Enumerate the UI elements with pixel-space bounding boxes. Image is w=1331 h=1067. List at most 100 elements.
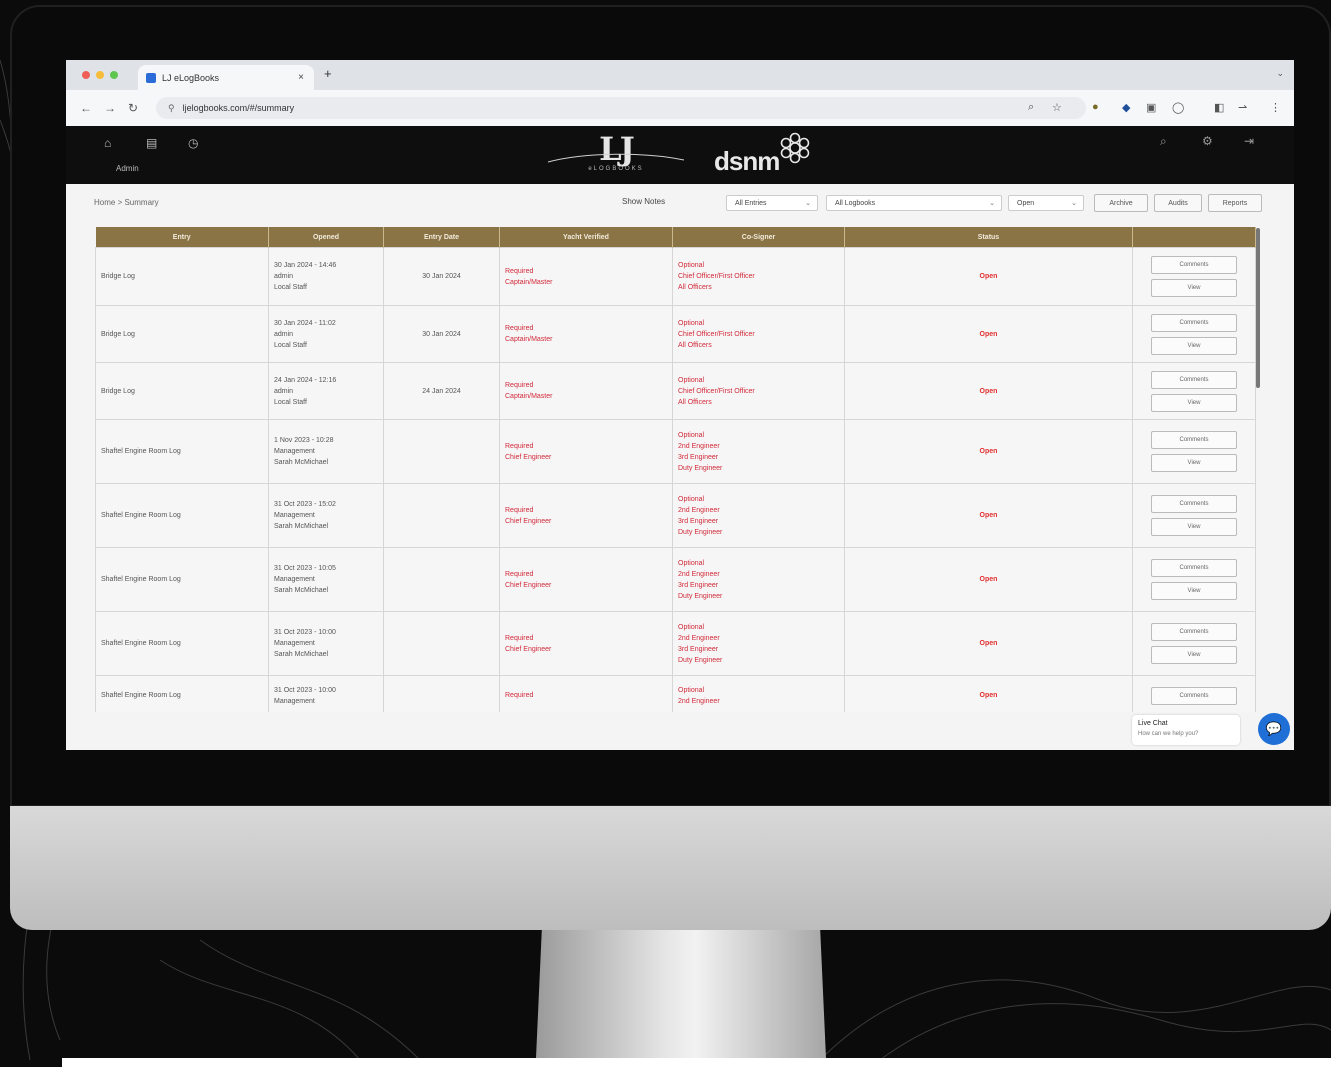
col-header-status[interactable]: Status: [844, 227, 1133, 248]
comments-button[interactable]: Comments: [1151, 623, 1237, 641]
bookmark-star-icon[interactable]: ☆: [1052, 101, 1062, 114]
extension-box-icon[interactable]: ▣: [1146, 101, 1156, 114]
tab-search-chevron-icon[interactable]: ⌄: [1276, 68, 1284, 79]
verified-link[interactable]: Required: [505, 569, 667, 580]
cosigner-link[interactable]: Duty Engineer: [678, 527, 839, 538]
verified-link[interactable]: Required: [505, 690, 667, 701]
cosigner-link[interactable]: 3rd Engineer: [678, 644, 839, 655]
comments-button[interactable]: Comments: [1151, 431, 1237, 449]
cosigner-link[interactable]: Optional: [678, 430, 839, 441]
cosigner-link[interactable]: Optional: [678, 260, 839, 271]
breadcrumb[interactable]: Home > Summary: [94, 198, 159, 207]
minimize-window-button[interactable]: [96, 71, 104, 79]
view-button[interactable]: View: [1151, 646, 1237, 664]
chat-extension-icon[interactable]: ◯: [1172, 101, 1184, 114]
cosigner-link[interactable]: All Officers: [678, 340, 839, 351]
audits-button[interactable]: Audits: [1154, 194, 1202, 212]
more-menu-icon[interactable]: ⋮: [1270, 101, 1281, 114]
close-tab-icon[interactable]: ×: [298, 72, 304, 83]
comments-button[interactable]: Comments: [1151, 313, 1237, 332]
cosigner-link[interactable]: Optional: [678, 558, 839, 569]
comments-button[interactable]: Comments: [1151, 686, 1237, 705]
live-chat-button[interactable]: 💬: [1258, 713, 1290, 745]
show-notes-label[interactable]: Show Notes: [622, 197, 665, 206]
verified-link[interactable]: Required: [505, 380, 667, 391]
verified-link[interactable]: Required: [505, 633, 667, 644]
col-header-opened[interactable]: Opened: [268, 227, 384, 248]
reports-button[interactable]: Reports: [1208, 194, 1262, 212]
new-tab-icon[interactable]: +: [324, 66, 332, 81]
live-chat-bubble[interactable]: Live Chat How can we help you?: [1132, 715, 1240, 745]
cosigner-link[interactable]: 2nd Engineer: [678, 569, 839, 580]
extension-puzzle-icon[interactable]: ◆: [1122, 101, 1130, 114]
cosigner-link[interactable]: 2nd Engineer: [678, 633, 839, 644]
verified-link[interactable]: Required: [505, 505, 667, 516]
view-button[interactable]: View: [1151, 336, 1237, 355]
view-button[interactable]: View: [1151, 279, 1237, 297]
maximize-window-button[interactable]: [110, 71, 118, 79]
cosigner-link[interactable]: Optional: [678, 494, 839, 505]
home-icon[interactable]: ⌂: [104, 136, 111, 150]
cosigner-link[interactable]: Chief Officer/First Officer: [678, 329, 839, 340]
col-header-entry[interactable]: Entry: [95, 227, 269, 248]
close-window-button[interactable]: [82, 71, 90, 79]
verified-link[interactable]: Captain/Master: [505, 391, 667, 402]
view-button[interactable]: View: [1151, 393, 1237, 412]
comments-button[interactable]: Comments: [1151, 559, 1237, 577]
logout-icon[interactable]: ⇥: [1244, 134, 1254, 148]
table-scrollbar[interactable]: [1256, 228, 1260, 388]
entries-filter-select[interactable]: All Entries ⌄: [726, 195, 818, 211]
comments-button[interactable]: Comments: [1151, 370, 1237, 389]
col-header-entry-date[interactable]: Entry Date: [383, 227, 500, 248]
browser-tab[interactable]: LJ eLogBooks ×: [138, 65, 314, 90]
logbooks-filter-select[interactable]: All Logbooks ⌄: [826, 195, 1002, 211]
view-button[interactable]: View: [1151, 518, 1237, 536]
verified-link[interactable]: Chief Engineer: [505, 452, 667, 463]
archive-button[interactable]: Archive: [1094, 194, 1148, 212]
cosigner-link[interactable]: All Officers: [678, 282, 839, 293]
search-icon[interactable]: ⌕: [1160, 134, 1167, 149]
col-header-yacht-verified[interactable]: Yacht Verified: [499, 227, 673, 248]
cosigner-link[interactable]: 2nd Engineer: [678, 696, 839, 707]
cosigner-link[interactable]: Chief Officer/First Officer: [678, 386, 839, 397]
verified-link[interactable]: Required: [505, 323, 667, 334]
zoom-icon[interactable]: ⌕: [1028, 101, 1034, 114]
view-button[interactable]: View: [1151, 582, 1237, 600]
verified-link[interactable]: Required: [505, 266, 667, 277]
view-button[interactable]: View: [1151, 454, 1237, 472]
url-field[interactable]: ⚲ ljelogbooks.com/#/summary: [156, 97, 1086, 119]
cosigner-link[interactable]: 2nd Engineer: [678, 505, 839, 516]
back-arrow-icon[interactable]: ←: [80, 101, 92, 115]
verified-link[interactable]: Chief Engineer: [505, 644, 667, 655]
cosigner-link[interactable]: Chief Officer/First Officer: [678, 271, 839, 282]
profile-icon[interactable]: ⇀: [1238, 101, 1247, 114]
cosigner-link[interactable]: Optional: [678, 375, 839, 386]
cosigner-link[interactable]: Optional: [678, 685, 839, 696]
sidebar-toggle-icon[interactable]: ◧: [1214, 101, 1224, 114]
reload-icon[interactable]: ↻: [128, 101, 138, 115]
cosigner-link[interactable]: 2nd Engineer: [678, 441, 839, 452]
clock-icon[interactable]: ◷: [188, 136, 198, 150]
cosigner-link[interactable]: Duty Engineer: [678, 655, 839, 666]
cosigner-link[interactable]: 3rd Engineer: [678, 516, 839, 527]
logbook-icon[interactable]: ▤: [146, 136, 157, 150]
cosigner-link[interactable]: Optional: [678, 622, 839, 633]
cosigner-link[interactable]: Duty Engineer: [678, 463, 839, 474]
verified-link[interactable]: Chief Engineer: [505, 580, 667, 591]
cosigner-link[interactable]: All Officers: [678, 397, 839, 408]
cosigner-link[interactable]: 3rd Engineer: [678, 580, 839, 591]
col-header-co-signer[interactable]: Co-Signer: [672, 227, 845, 248]
comments-button[interactable]: Comments: [1151, 256, 1237, 274]
verified-link[interactable]: Captain/Master: [505, 277, 667, 288]
cosigner-link[interactable]: Optional: [678, 318, 839, 329]
cosigner-link[interactable]: Duty Engineer: [678, 591, 839, 602]
settings-gear-icon[interactable]: ⚙: [1202, 134, 1213, 148]
cosigner-link[interactable]: 3rd Engineer: [678, 452, 839, 463]
verified-link[interactable]: Chief Engineer: [505, 516, 667, 527]
verified-link[interactable]: Captain/Master: [505, 334, 667, 345]
status-filter-select[interactable]: Open ⌄: [1008, 195, 1084, 211]
forward-arrow-icon[interactable]: →: [104, 101, 116, 115]
extension-icon[interactable]: ●: [1092, 101, 1099, 113]
site-info-icon[interactable]: ⚲: [168, 103, 175, 114]
comments-button[interactable]: Comments: [1151, 495, 1237, 513]
